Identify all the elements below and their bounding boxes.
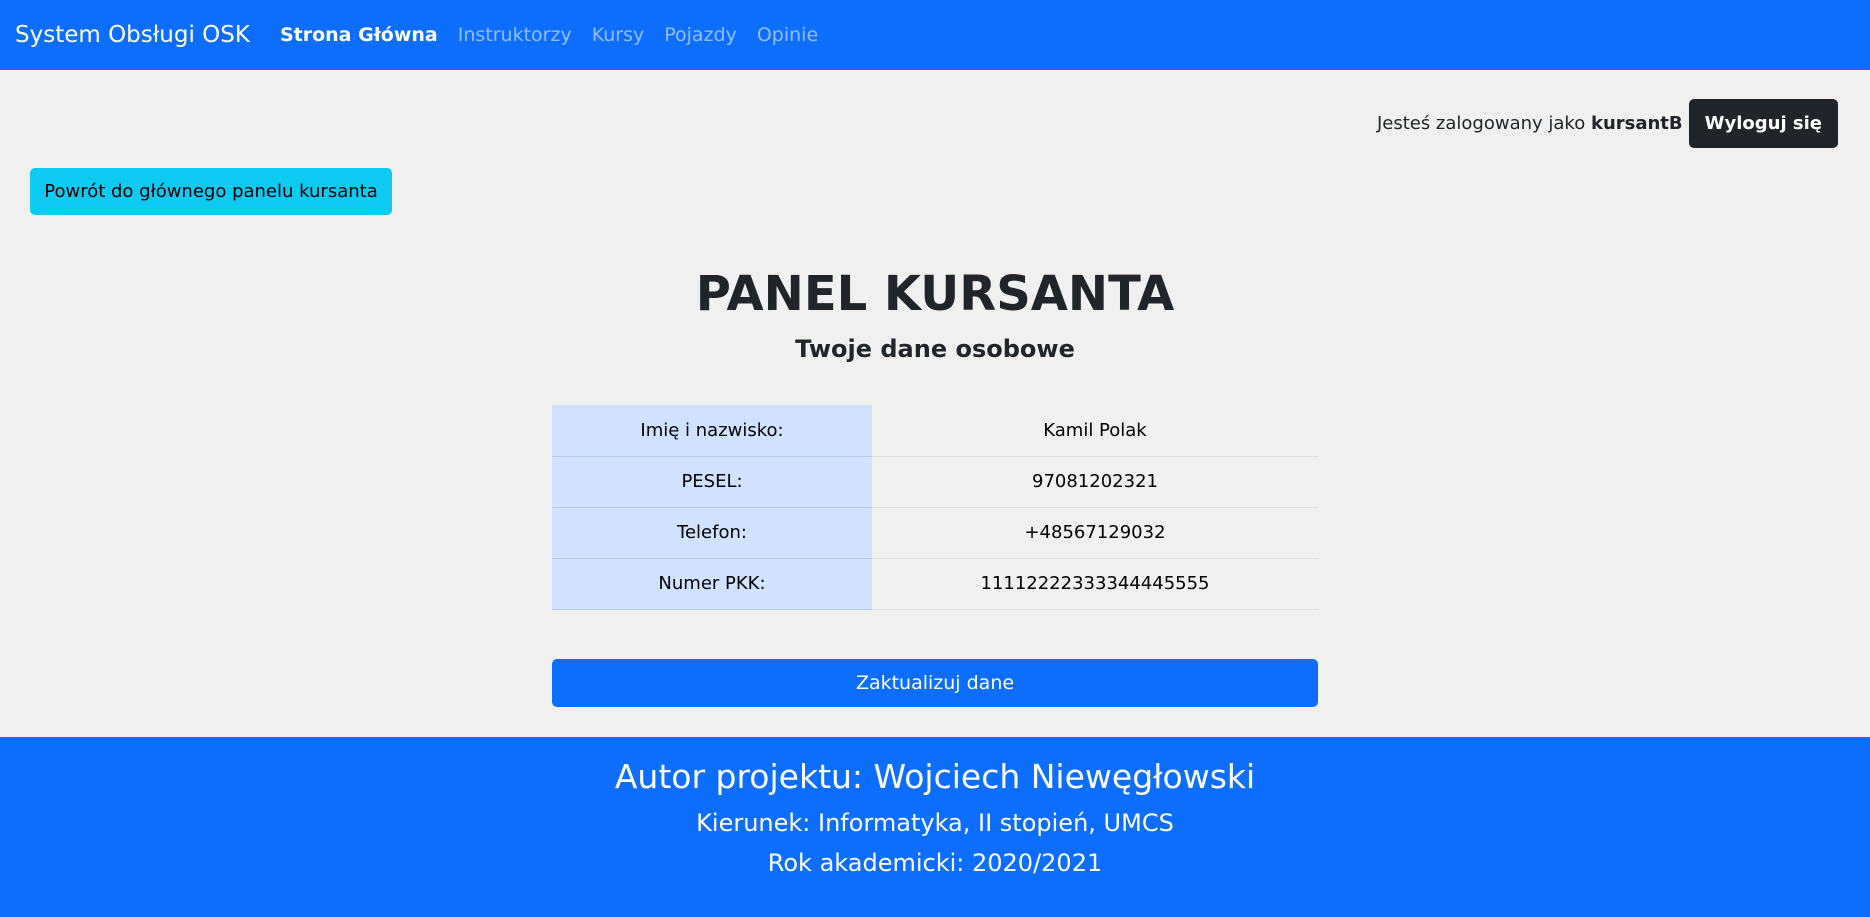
footer: Autor projektu: Wojciech Niewęgłowski Ki… (0, 737, 1870, 917)
nav-link-courses[interactable]: Kursy (592, 24, 645, 46)
nav-link-instructors[interactable]: Instruktorzy (458, 24, 572, 46)
table-row: Numer PKK: 11112222333344445555 (552, 558, 1318, 610)
username: kursantB (1590, 113, 1683, 134)
row-label-pesel: PESEL: (552, 456, 872, 508)
personal-data-table: Imię i nazwisko: Kamil Polak PESEL: 9708… (552, 405, 1318, 610)
row-value-phone: +48567129032 (872, 507, 1318, 559)
nav-link-reviews[interactable]: Opinie (757, 24, 818, 46)
row-label-name: Imię i nazwisko: (552, 405, 872, 457)
logout-button[interactable]: Wyloguj się (1688, 99, 1838, 148)
brand-link[interactable]: System Obsługi OSK (15, 22, 250, 48)
back-to-panel-button[interactable]: Powrót do głównego panelu kursanta (30, 168, 392, 215)
footer-year: Rok akademicki: 2020/2021 (767, 849, 1103, 877)
footer-field: Kierunek: Informatyka, II stopień, UMCS (696, 809, 1174, 837)
table-row: Telefon: +48567129032 (552, 507, 1318, 559)
page-subtitle: Twoje dane osobowe (795, 335, 1075, 363)
table-row: PESEL: 97081202321 (552, 456, 1318, 508)
nav-link-home[interactable]: Strona Główna (280, 24, 438, 46)
footer-author: Autor projektu: Wojciech Niewęgłowski (614, 757, 1256, 796)
row-value-name: Kamil Polak (872, 405, 1318, 457)
row-value-pesel: 97081202321 (872, 456, 1318, 508)
navbar: System Obsługi OSK Strona Główna Instruk… (0, 0, 1870, 70)
page-title: PANEL KURSANTA (695, 266, 1175, 322)
login-info: Jesteś zalogowany jako kursantB Wyloguj … (1377, 99, 1838, 148)
row-value-pkk: 11112222333344445555 (872, 558, 1318, 610)
update-data-button[interactable]: Zaktualizuj dane (552, 659, 1318, 707)
row-label-phone: Telefon: (552, 507, 872, 559)
logged-in-label: Jesteś zalogowany jako (1376, 113, 1586, 134)
row-label-pkk: Numer PKK: (552, 558, 872, 610)
table-row: Imię i nazwisko: Kamil Polak (552, 405, 1318, 457)
nav-link-vehicles[interactable]: Pojazdy (664, 24, 737, 46)
login-status-text: Jesteś zalogowany jako kursantB (1377, 113, 1683, 134)
